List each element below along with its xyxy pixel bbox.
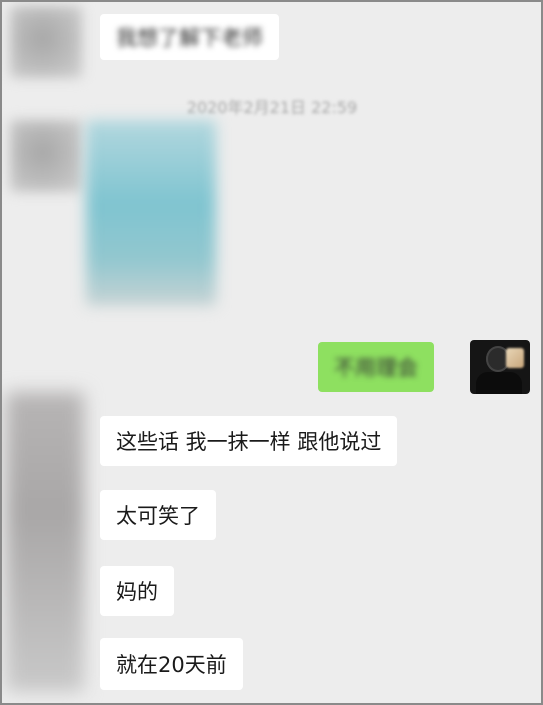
message-bubble[interactable]: 这些话 我一抹一样 跟他说过 — [100, 416, 398, 466]
contact-avatar[interactable] — [10, 120, 82, 192]
message-text: 不用理会 — [334, 356, 418, 380]
message-bubble[interactable]: 太可笑了 — [100, 490, 216, 540]
avatar-figure-body — [476, 372, 522, 394]
message-text: 我想了解下老师 — [116, 26, 263, 50]
message-bubble[interactable]: 就在20天前 — [100, 638, 243, 690]
message-text: 太可笑了 — [116, 504, 200, 528]
message-text: 妈的 — [116, 580, 158, 604]
chat-window: 我想了解下老师 2020年2月21日 22:59 不用理会 这些话 我一抹一样 … — [0, 0, 543, 705]
message-text: 这些话 我一抹一样 跟他说过 — [116, 430, 382, 454]
contact-avatar[interactable] — [6, 392, 84, 692]
message-bubble[interactable]: 我想了解下老师 — [100, 14, 279, 60]
message-text: 就在20天前 — [116, 653, 227, 677]
avatar-light-patch — [506, 348, 524, 368]
contact-avatar[interactable] — [10, 6, 82, 78]
message-bubble[interactable]: 妈的 — [100, 566, 174, 616]
message-bubble-self[interactable]: 不用理会 — [318, 342, 434, 392]
self-avatar[interactable] — [470, 340, 530, 394]
image-message[interactable] — [86, 120, 216, 306]
message-timestamp: 2020年2月21日 22:59 — [186, 98, 358, 117]
